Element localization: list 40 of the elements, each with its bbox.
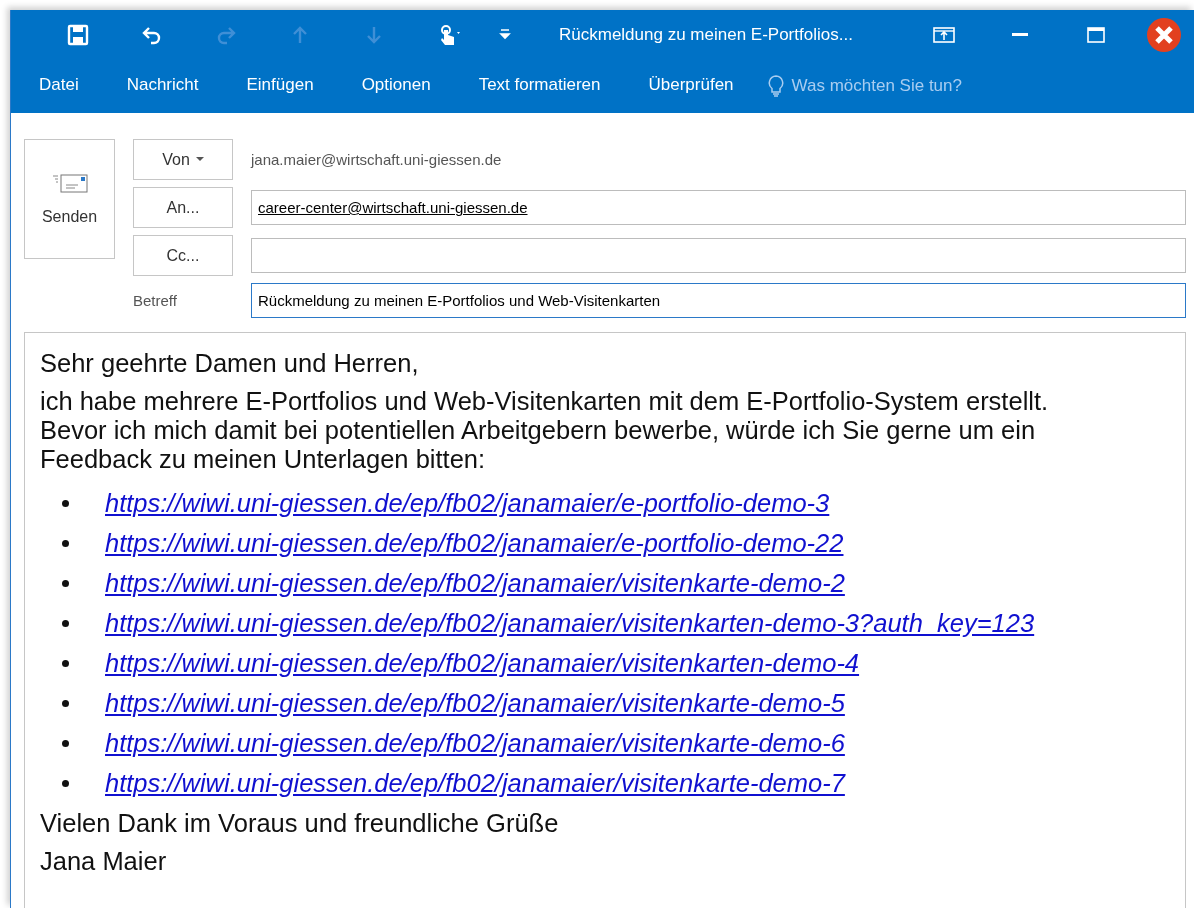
- bullet-icon: [62, 539, 69, 547]
- link[interactable]: https://wiwi.uni-giessen.de/ep/fb02/janamaier/e-portfolio-demo-22: [105, 528, 844, 558]
- to-field[interactable]: career-center@wirtschaft.uni-giessen.de: [251, 190, 1186, 225]
- link[interactable]: https://wiwi.uni-giessen.de/ep/fb02/janamaier/visitenkarten-demo-3?auth_key=123: [105, 608, 1035, 638]
- caret-icon: [195, 157, 204, 162]
- bullet-icon: [62, 779, 69, 787]
- ribbon-tab[interactable]: Einfügen: [234, 70, 326, 103]
- ribbon-tab[interactable]: Optionen: [349, 70, 443, 103]
- bullet-icon: [62, 739, 69, 747]
- bullet-icon: [62, 499, 69, 507]
- ribbon-tab[interactable]: Text formatieren: [466, 70, 613, 103]
- bullet-icon: [62, 659, 69, 667]
- signature-text: Jana Maier: [40, 847, 168, 876]
- lightbulb-icon: [767, 74, 784, 97]
- body-paragraph: ich habe mehrere E-Portfolios und Web-Visitenkarten mit dem E-Portfolio-System erstellt. Bevor ich mich damit bei potentiellen Arbeitgebern bewerbe, würde ich Sie gerne um ein Feedback zu meinen Unterlagen bitten:: [40, 387, 1050, 474]
- cc-field[interactable]: [251, 238, 1186, 273]
- subject-field[interactable]: Rückmeldung zu meinen E-Portfolios und Web-Visitenkarten: [251, 283, 1186, 318]
- message-body[interactable]: [24, 332, 1186, 908]
- subject-label: Betreff: [133, 292, 178, 309]
- to-button[interactable]: An...: [133, 187, 233, 228]
- ribbon-tab[interactable]: Datei: [27, 70, 91, 103]
- envelope-icon: [50, 172, 89, 194]
- greeting-text: Sehr geehrte Damen und Herren,: [40, 349, 420, 378]
- sender-address: jana.maier@wirtschaft.uni-giessen.de: [251, 151, 503, 168]
- cc-button[interactable]: Cc...: [133, 235, 233, 276]
- link[interactable]: https://wiwi.uni-giessen.de/ep/fb02/janamaier/visitenkarte-demo-5: [105, 688, 845, 718]
- link[interactable]: https://wiwi.uni-giessen.de/ep/fb02/janamaier/visitenkarte-demo-2: [105, 568, 845, 598]
- bullet-icon: [62, 699, 69, 707]
- link[interactable]: https://wiwi.uni-giessen.de/ep/fb02/janamaier/visitenkarte-demo-6: [105, 728, 845, 758]
- ribbon-tab[interactable]: Nachricht: [114, 70, 211, 103]
- closing-text: Vielen Dank im Voraus und freundliche Grüße: [40, 809, 560, 838]
- bullet-icon: [62, 619, 69, 627]
- from-button[interactable]: Von: [133, 139, 233, 180]
- link[interactable]: https://wiwi.uni-giessen.de/ep/fb02/janamaier/visitenkarten-demo-4: [105, 648, 860, 678]
- window-title: Rückmeldung zu meinen E-Portfolios...: [559, 25, 853, 45]
- link[interactable]: https://wiwi.uni-giessen.de/ep/fb02/janamaier/visitenkarte-demo-7: [105, 768, 845, 798]
- send-button[interactable]: Senden: [24, 139, 115, 259]
- link[interactable]: https://wiwi.uni-giessen.de/ep/fb02/janamaier/e-portfolio-demo-3: [105, 488, 830, 518]
- bullet-icon: [62, 579, 69, 587]
- ribbon-tab[interactable]: Überprüfen: [636, 70, 746, 103]
